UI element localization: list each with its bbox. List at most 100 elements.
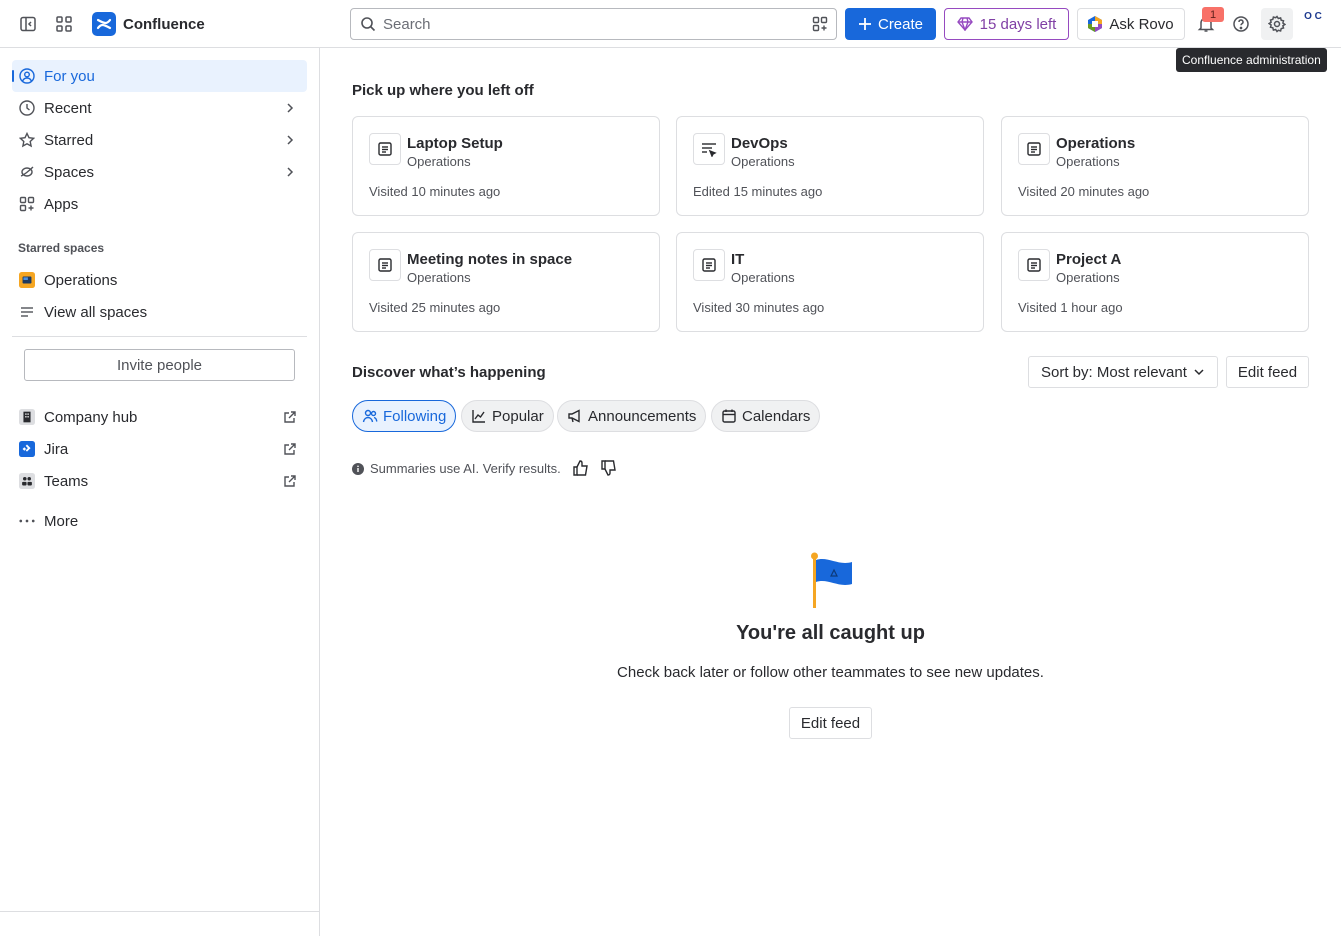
card-space: Operations: [1056, 270, 1120, 285]
jira-icon: [19, 441, 35, 457]
sidebar-item-label: For you: [44, 67, 95, 85]
tab-popular[interactable]: Popular: [461, 400, 554, 432]
sidebar-footer-divider: [0, 911, 319, 912]
pickup-section-title: Pick up where you left off: [352, 82, 534, 99]
user-avatar[interactable]: O C: [1298, 12, 1328, 36]
external-link-icon[interactable]: [283, 442, 297, 460]
sidebar-item-operations-space[interactable]: Operations: [12, 264, 307, 296]
plus-icon: [858, 18, 871, 30]
sidebar-item-apps[interactable]: Apps: [12, 188, 307, 220]
sidebar-item-recent[interactable]: Recent: [12, 92, 307, 124]
sidebar-item-company-hub[interactable]: Company hub: [12, 401, 307, 433]
top-navigation: Confluence Search Create 15 days left As…: [0, 0, 1341, 48]
trial-button[interactable]: 15 days left: [944, 8, 1069, 40]
search-input[interactable]: Search: [350, 8, 837, 40]
megaphone-icon: [568, 409, 580, 423]
trial-button-label: 15 days left: [979, 15, 1057, 33]
search-placeholder: Search: [383, 15, 431, 33]
external-link-icon[interactable]: [283, 474, 297, 492]
teams-icon: [19, 473, 35, 489]
sidebar-item-more[interactable]: More: [12, 505, 307, 537]
recent-page-card[interactable]: IT Operations Visited 30 minutes ago: [676, 232, 984, 332]
info-icon: [352, 462, 364, 475]
more-dots-icon: [19, 513, 35, 529]
recent-page-card[interactable]: Operations Operations Visited 20 minutes…: [1001, 116, 1309, 216]
external-link-icon[interactable]: [283, 410, 297, 428]
tab-announcements[interactable]: Announcements: [557, 400, 707, 432]
calendar-icon: [722, 409, 736, 423]
sidebar-item-jira[interactable]: Jira: [12, 433, 307, 465]
card-title: IT: [731, 251, 745, 268]
sort-dropdown-label: Sort by: Most relevant: [1041, 363, 1187, 381]
chevron-right-icon[interactable]: [283, 165, 297, 183]
chevron-right-icon[interactable]: [283, 101, 297, 119]
sidebar-item-label: Apps: [44, 195, 79, 213]
card-space: Operations: [1056, 154, 1120, 169]
sidebar-item-label: Company hub: [44, 408, 138, 426]
ask-rovo-button[interactable]: Ask Rovo: [1077, 8, 1185, 40]
card-title: Project A: [1056, 251, 1122, 268]
tab-following[interactable]: Following: [352, 400, 457, 432]
main-content: Pick up where you left off Laptop Setup …: [320, 48, 1341, 936]
sidebar-toggle-icon[interactable]: [12, 8, 44, 40]
sort-dropdown[interactable]: Sort by: Most relevant: [1028, 356, 1218, 388]
empty-state-title: You're all caught up: [736, 622, 925, 644]
help-icon[interactable]: [1225, 8, 1257, 40]
card-title: Laptop Setup: [407, 135, 503, 152]
empty-state-subtitle: Check back later or follow other teammat…: [617, 664, 1044, 681]
card-space: Operations: [407, 270, 471, 285]
trend-icon: [472, 410, 485, 423]
card-space: Operations: [731, 270, 795, 285]
recent-page-card[interactable]: DevOps Operations Edited 15 minutes ago: [676, 116, 984, 216]
empty-state-edit-feed-button[interactable]: Edit feed: [789, 707, 872, 739]
sidebar-item-starred[interactable]: Starred: [12, 124, 307, 156]
chevron-down-icon: [1194, 369, 1204, 376]
apps-icon: [19, 196, 35, 212]
thumbs-down-icon[interactable]: [600, 459, 618, 480]
operations-space-icon: [19, 272, 35, 288]
tab-label: Popular: [492, 407, 544, 425]
chevron-right-icon[interactable]: [283, 133, 297, 151]
sidebar-item-label: Spaces: [44, 163, 95, 181]
sidebar-item-view-all-spaces[interactable]: View all spaces: [12, 296, 307, 328]
page-icon: [369, 133, 401, 165]
recent-page-card[interactable]: Project A Operations Visited 1 hour ago: [1001, 232, 1309, 332]
recent-page-card[interactable]: Laptop Setup Operations Visited 10 minut…: [352, 116, 660, 216]
rovo-icon: [1088, 16, 1103, 32]
card-title: Meeting notes in space: [407, 251, 573, 268]
ask-rovo-label: Ask Rovo: [1109, 15, 1174, 33]
tab-calendars[interactable]: Calendars: [711, 400, 821, 432]
settings-gear-icon[interactable]: [1261, 8, 1293, 40]
tab-label: Calendars: [742, 407, 811, 425]
notification-count-badge: 1: [1202, 7, 1224, 22]
sidebar-item-for-you[interactable]: For you: [12, 60, 307, 92]
card-timestamp: Edited 15 minutes ago: [693, 184, 823, 199]
search-filter-icon[interactable]: [812, 16, 828, 36]
list-page-icon: [693, 133, 725, 165]
starred-spaces-title: Starred spaces: [18, 241, 105, 255]
card-space: Operations: [731, 154, 795, 169]
create-button[interactable]: Create: [845, 8, 936, 40]
sidebar-item-label: View all spaces: [44, 303, 148, 321]
recent-page-card[interactable]: Meeting notes in space Operations Visite…: [352, 232, 660, 332]
sidebar-item-teams[interactable]: Teams: [12, 465, 307, 497]
app-switcher-icon[interactable]: [48, 8, 80, 40]
star-icon: [19, 132, 35, 148]
create-button-label: Create: [877, 15, 924, 33]
tab-label: Following: [383, 407, 447, 425]
page-icon: [1018, 249, 1050, 281]
invite-people-button[interactable]: Invite people: [24, 349, 295, 381]
card-title: Operations: [1056, 135, 1136, 152]
sidebar-item-spaces[interactable]: Spaces: [12, 156, 307, 188]
sidebar-item-label: More: [44, 512, 79, 530]
thumbs-up-icon[interactable]: [572, 459, 590, 480]
sidebar-item-label: Jira: [44, 440, 69, 458]
sidebar: For you Recent Starred Spaces Apps Starr…: [0, 48, 320, 936]
page-icon: [693, 249, 725, 281]
confluence-logo[interactable]: Confluence: [92, 12, 205, 36]
edit-feed-button[interactable]: Edit feed: [1226, 356, 1309, 388]
list-icon: [19, 304, 35, 320]
card-timestamp: Visited 20 minutes ago: [1018, 184, 1150, 199]
card-title: DevOps: [731, 135, 788, 152]
page-icon: [1018, 133, 1050, 165]
